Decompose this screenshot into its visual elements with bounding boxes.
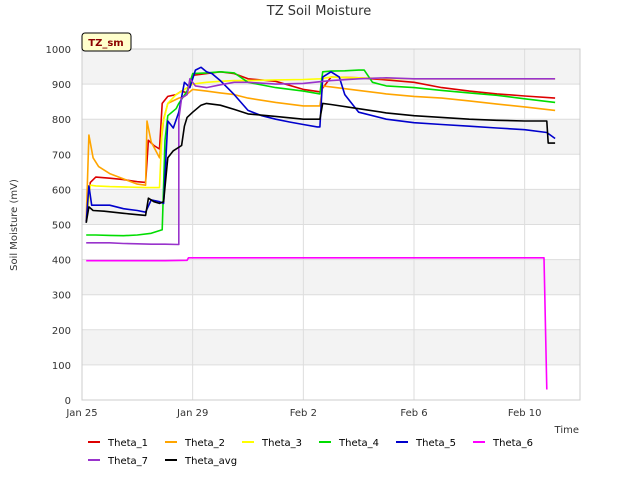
grid-band [82, 119, 580, 155]
y-tick-label: 800 [52, 115, 71, 126]
x-tick-label: Jan 25 [65, 408, 97, 419]
grid-band [82, 329, 580, 365]
y-tick-label: 100 [52, 361, 71, 372]
legend: Theta_1 Theta_2 Theta_3 Theta_4 Theta_5 Theta… [88, 438, 533, 467]
x-tick-label: Jan 29 [176, 408, 208, 419]
legend-item-theta-7: Theta_7 [88, 456, 148, 467]
x-axis-ticks: Jan 25 Jan 29 Feb 2 Feb 6 Feb 10 [65, 408, 541, 419]
y-tick-label: 0 [65, 396, 71, 407]
y-tick-label: 300 [52, 291, 71, 302]
legend-label: Theta_1 [107, 438, 148, 449]
legend-label: Theta_2 [184, 438, 225, 449]
legend-label: Theta_3 [261, 438, 302, 449]
chart-canvas: TZ Soil Moisture 0 100 200 300 400 500 600 700 8… [9, 4, 581, 467]
y-axis-label: Soil Moisture (mV) [9, 179, 20, 271]
legend-item-theta-3: Theta_3 [242, 438, 302, 449]
y-tick-label: 500 [52, 221, 71, 232]
y-tick-label: 400 [52, 256, 71, 267]
legend-label: Theta_7 [107, 456, 148, 467]
y-tick-label: 900 [52, 80, 71, 91]
badge: TZ_sm [81, 32, 132, 52]
x-tick-label: Feb 10 [508, 408, 542, 419]
legend-item-theta-avg: Theta_avg [165, 456, 237, 467]
grid-band [82, 259, 580, 295]
legend-item-theta-6: Theta_6 [473, 438, 533, 449]
chart-title: TZ Soil Moisture [266, 4, 372, 19]
legend-item-theta-5: Theta_5 [396, 438, 456, 449]
y-tick-label: 200 [52, 326, 71, 337]
legend-item-theta-2: Theta_2 [165, 438, 225, 449]
plot-area [81, 48, 581, 401]
legend-label: Theta_5 [415, 438, 456, 449]
legend-label: Theta_4 [338, 438, 379, 449]
x-tick-label: Feb 6 [400, 408, 427, 419]
legend-item-theta-1: Theta_1 [88, 438, 148, 449]
legend-label: Theta_avg [184, 456, 237, 467]
x-axis-label: Time [554, 425, 579, 436]
grid-band [82, 189, 580, 225]
x-tick-label: Feb 2 [290, 408, 317, 419]
y-tick-label: 1000 [46, 45, 71, 56]
y-tick-label: 700 [52, 150, 71, 161]
y-tick-label: 600 [52, 185, 71, 196]
legend-label: Theta_6 [492, 438, 533, 449]
badge-label: TZ_sm [88, 38, 123, 49]
y-axis-ticks: 0 100 200 300 400 500 600 700 800 900 1000 [46, 45, 71, 407]
legend-item-theta-4: Theta_4 [319, 438, 379, 449]
